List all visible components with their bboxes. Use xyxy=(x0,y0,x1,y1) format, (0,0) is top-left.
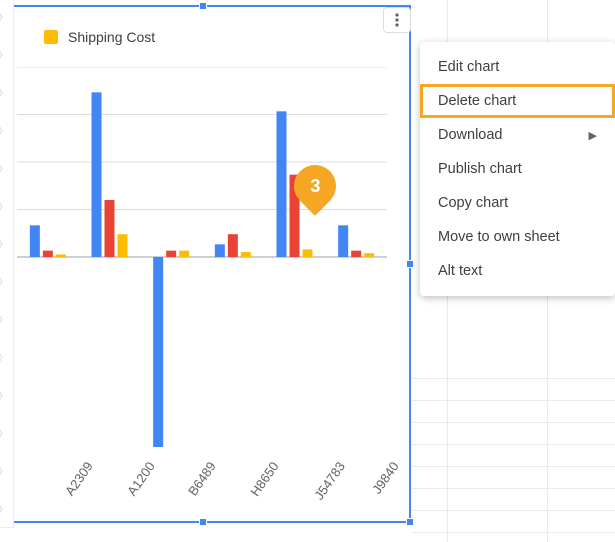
resize-handle-bottom-right[interactable] xyxy=(406,518,414,526)
tutorial-callout: 3 xyxy=(294,165,336,215)
bar xyxy=(166,251,176,257)
x-axis-label: A2309 xyxy=(62,459,96,498)
resize-handle-top[interactable] xyxy=(199,2,207,10)
menu-item-edit-chart[interactable]: Edit chart xyxy=(420,50,615,84)
x-axis-label: J54783 xyxy=(311,459,348,503)
chart-plot xyxy=(17,67,387,447)
x-axis-label: J9840 xyxy=(369,459,402,497)
bar xyxy=(241,252,251,257)
vertical-dots-icon xyxy=(390,12,404,28)
bar xyxy=(30,225,40,257)
menu-item-label: Publish chart xyxy=(438,161,522,177)
bar xyxy=(351,251,361,257)
bar xyxy=(215,244,225,257)
x-axis-label: B6489 xyxy=(185,459,219,498)
torn-edge-decoration xyxy=(0,0,14,528)
menu-item-label: Download xyxy=(438,127,503,143)
x-axis-label: H8650 xyxy=(247,459,281,499)
callout-teardrop: 3 xyxy=(285,156,344,215)
bar xyxy=(179,251,189,257)
menu-item-delete-chart[interactable]: Delete chart xyxy=(420,84,615,118)
menu-item-label: Move to own sheet xyxy=(438,229,560,245)
legend-swatch xyxy=(44,30,58,44)
chart-frame[interactable]: Shipping Cost A2309 A1200 B6489 H8650 J54783… xyxy=(0,5,411,523)
bar xyxy=(56,254,66,257)
resize-handle-right[interactable] xyxy=(406,260,414,268)
chart-options-menu: Edit chart Delete chart Download ▶ Publish c… xyxy=(420,42,615,296)
chart-options-button[interactable] xyxy=(383,7,411,33)
menu-item-label: Copy chart xyxy=(438,195,508,211)
legend: Shipping Cost xyxy=(44,29,155,45)
menu-item-copy-chart[interactable]: Copy chart xyxy=(420,186,615,220)
bar xyxy=(303,249,313,257)
x-axis-labels: A2309A1200B6489H8650J54783J9840 xyxy=(17,457,387,527)
bar xyxy=(43,251,53,257)
bar xyxy=(338,225,348,257)
callout-number: 3 xyxy=(310,176,320,197)
bar xyxy=(118,234,128,257)
menu-item-label: Edit chart xyxy=(438,59,499,75)
legend-label: Shipping Cost xyxy=(68,29,155,45)
menu-item-alt-text[interactable]: Alt text xyxy=(420,254,615,288)
menu-item-move-to-own-sheet[interactable]: Move to own sheet xyxy=(420,220,615,254)
x-axis-label: A1200 xyxy=(124,459,158,498)
menu-item-label: Alt text xyxy=(438,263,482,279)
bar xyxy=(277,111,287,257)
menu-item-publish-chart[interactable]: Publish chart xyxy=(420,152,615,186)
bar xyxy=(92,92,102,257)
menu-item-label: Delete chart xyxy=(438,93,516,109)
bar xyxy=(364,253,374,257)
bar xyxy=(153,257,163,447)
bar xyxy=(228,234,238,257)
menu-item-download[interactable]: Download ▶ xyxy=(420,118,615,152)
bar xyxy=(105,200,115,257)
submenu-arrow-icon: ▶ xyxy=(589,129,597,142)
